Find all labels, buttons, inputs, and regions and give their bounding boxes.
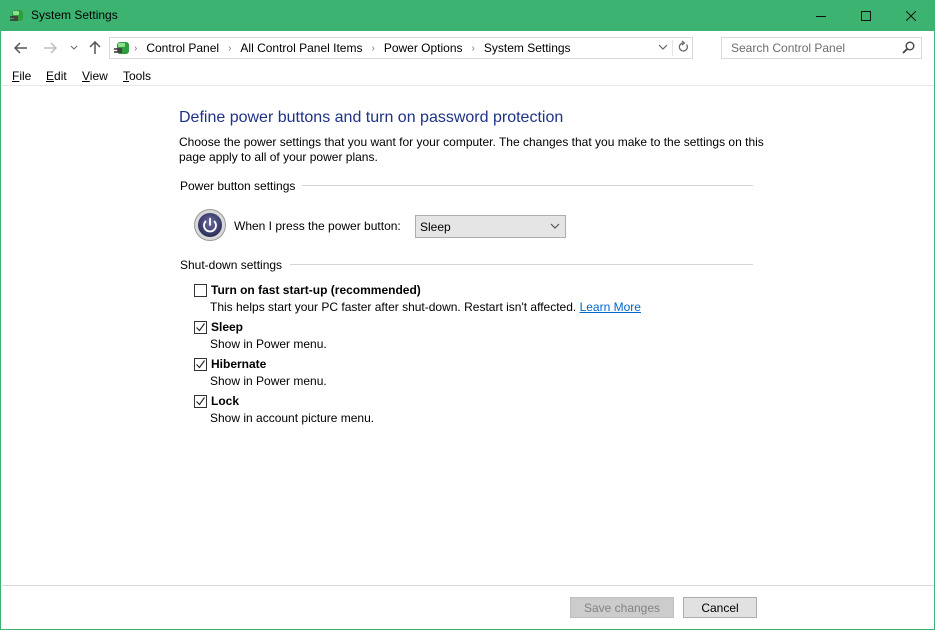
minimize-icon: [816, 15, 826, 17]
power-options-app-icon: [10, 10, 23, 21]
back-button[interactable]: [12, 37, 30, 59]
footer-divider: [2, 585, 934, 586]
breadcrumb-separator-icon[interactable]: ›: [472, 43, 475, 54]
hibernate-option[interactable]: Hibernate: [194, 356, 266, 372]
lock-label[interactable]: Lock: [211, 394, 239, 408]
breadcrumb-power-options[interactable]: Power Options: [384, 41, 463, 55]
refresh-icon: [678, 40, 688, 52]
sleep-checkbox[interactable]: [194, 320, 207, 334]
address-bar[interactable]: › Control Panel › All Control Panel Item…: [109, 37, 693, 59]
divider: [290, 264, 753, 265]
page-title: Define power buttons and turn on passwor…: [179, 109, 564, 126]
lock-description: Show in account picture menu.: [210, 411, 375, 425]
checkmark-icon: [196, 396, 205, 405]
close-icon: [906, 10, 916, 21]
sleep-label[interactable]: Sleep: [211, 320, 243, 334]
content-area: Define power buttons and turn on passwor…: [2, 87, 934, 585]
lock-option[interactable]: Lock: [194, 393, 239, 409]
search-input[interactable]: Search Control Panel: [721, 37, 922, 59]
learn-more-link[interactable]: Learn More: [580, 300, 641, 314]
close-button[interactable]: [888, 0, 934, 31]
page-description: Choose the power settings that you want …: [179, 135, 764, 164]
checkmark-icon: [196, 359, 205, 368]
forward-button[interactable]: [41, 37, 59, 59]
up-button[interactable]: [87, 37, 103, 59]
save-changes-button[interactable]: Save changes: [570, 597, 674, 618]
navigation-bar: › Control Panel › All Control Panel Item…: [2, 31, 934, 65]
breadcrumb-separator-icon[interactable]: ›: [371, 43, 374, 54]
menu-tools[interactable]: Tools: [123, 69, 151, 83]
fast-startup-label[interactable]: Turn on fast start-up (recommended): [211, 283, 421, 297]
recent-locations-button[interactable]: [68, 37, 80, 59]
fast-startup-description-text: This helps start your PC faster after sh…: [210, 300, 577, 314]
arrow-right-icon: [44, 42, 57, 54]
menu-view[interactable]: View: [82, 69, 108, 83]
search-icon[interactable]: [902, 41, 915, 54]
sleep-description: Show in Power menu.: [210, 337, 327, 351]
breadcrumb-separator-icon[interactable]: ›: [134, 43, 137, 54]
system-settings-window: System Settings › Control Panel › All Co…: [0, 0, 935, 630]
minimize-button[interactable]: [798, 0, 844, 31]
fast-startup-option[interactable]: Turn on fast start-up (recommended): [194, 282, 421, 298]
lock-checkbox[interactable]: [194, 394, 207, 408]
fast-startup-checkbox[interactable]: [194, 283, 207, 297]
power-button-label: When I press the power button:: [234, 219, 401, 233]
breadcrumb-control-panel[interactable]: Control Panel: [146, 41, 219, 55]
power-button-action-value: Sleep: [420, 220, 451, 234]
breadcrumb: › Control Panel › All Control Panel Item…: [132, 41, 571, 55]
menu-edit[interactable]: Edit: [46, 69, 67, 83]
sleep-option[interactable]: Sleep: [194, 319, 243, 335]
power-icon: [194, 209, 226, 241]
shutdown-settings-heading: Shut-down settings: [180, 258, 289, 272]
fast-startup-description: This helps start your PC faster after sh…: [210, 300, 641, 314]
hibernate-checkbox[interactable]: [194, 357, 207, 371]
arrow-up-icon: [89, 41, 101, 54]
cancel-button[interactable]: Cancel: [683, 597, 757, 618]
maximize-button[interactable]: [843, 0, 889, 31]
window-title: System Settings: [31, 8, 118, 22]
divider: [302, 185, 753, 186]
arrow-left-icon: [14, 42, 27, 54]
menu-file[interactable]: File: [12, 69, 31, 83]
chevron-down-icon: [658, 44, 668, 50]
checkmark-icon: [196, 322, 205, 331]
power-button-settings-heading: Power button settings: [180, 179, 302, 193]
breadcrumb-all-items[interactable]: All Control Panel Items: [240, 41, 362, 55]
chevron-down-icon: [70, 45, 78, 50]
title-bar[interactable]: System Settings: [1, 0, 935, 31]
hibernate-description: Show in Power menu.: [210, 374, 327, 388]
hibernate-label[interactable]: Hibernate: [211, 357, 266, 371]
refresh-button[interactable]: [672, 40, 689, 56]
breadcrumb-separator-icon[interactable]: ›: [228, 43, 231, 54]
power-button-action-select[interactable]: Sleep: [415, 215, 566, 238]
control-panel-icon: [114, 42, 129, 54]
menu-bar: File Edit View Tools: [2, 66, 934, 86]
breadcrumb-system-settings[interactable]: System Settings: [484, 41, 571, 55]
chevron-down-icon: [550, 223, 560, 229]
address-history-dropdown[interactable]: [658, 40, 668, 57]
maximize-icon: [861, 10, 871, 21]
search-placeholder: Search Control Panel: [731, 41, 846, 55]
